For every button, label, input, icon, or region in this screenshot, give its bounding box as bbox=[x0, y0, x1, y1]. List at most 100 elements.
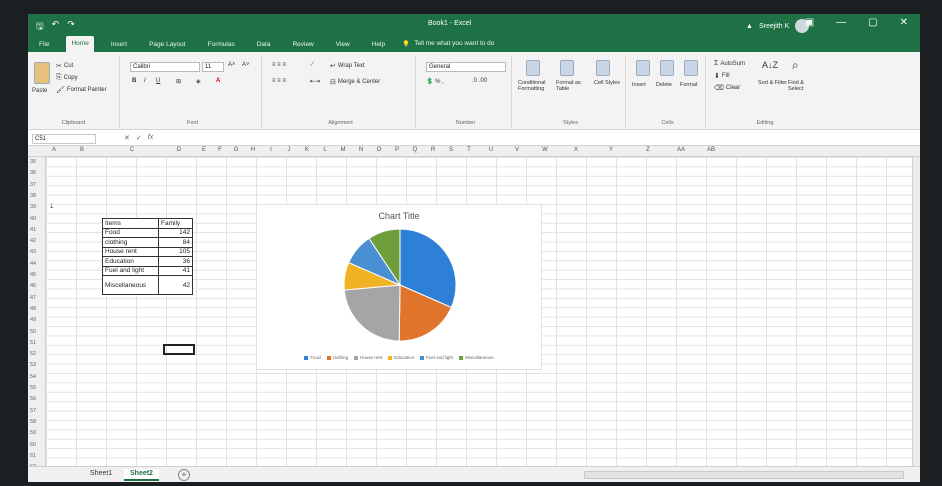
redo-icon[interactable]: ↷ bbox=[67, 19, 75, 35]
column-header-u[interactable]: U bbox=[478, 147, 504, 153]
undo-icon[interactable]: ↶ bbox=[52, 19, 60, 35]
maximize-button[interactable]: ▢ bbox=[868, 17, 877, 28]
fx-button[interactable]: fx bbox=[148, 134, 153, 142]
row-header[interactable]: 44 bbox=[28, 261, 46, 267]
row-header[interactable]: 45 bbox=[28, 272, 46, 278]
column-header-s[interactable]: S bbox=[442, 147, 460, 153]
column-header-p[interactable]: P bbox=[388, 147, 406, 153]
ribbon-display-icon[interactable]: ▣ bbox=[805, 17, 814, 28]
row-header[interactable]: 56 bbox=[28, 396, 46, 402]
column-header-d[interactable]: D bbox=[162, 147, 196, 153]
decimal-icon[interactable]: .0 .00 bbox=[472, 78, 487, 84]
column-header-x[interactable]: X bbox=[560, 147, 592, 153]
row-header[interactable]: 53 bbox=[28, 362, 46, 368]
sort-filter-icon[interactable]: A↓Z bbox=[762, 60, 778, 70]
cut-button[interactable]: ✂ Cut bbox=[56, 62, 73, 70]
row-header[interactable]: 47 bbox=[28, 295, 46, 301]
name-box[interactable]: C51 bbox=[32, 134, 96, 144]
row-header[interactable]: 54 bbox=[28, 374, 46, 380]
column-header-r[interactable]: R bbox=[424, 147, 442, 153]
clear-button[interactable]: ⌫ Clear bbox=[714, 84, 740, 92]
column-header-o[interactable]: O bbox=[370, 147, 388, 153]
format-cells-icon[interactable] bbox=[684, 60, 698, 76]
fill-color-icon[interactable]: ◈ bbox=[196, 78, 201, 85]
row-header[interactable]: 60 bbox=[28, 442, 46, 448]
close-button[interactable]: ✕ bbox=[900, 17, 908, 28]
add-sheet-button[interactable]: + bbox=[178, 469, 190, 481]
row-header[interactable]: 57 bbox=[28, 408, 46, 414]
value-cell[interactable]: 42 bbox=[158, 275, 193, 295]
row-header[interactable]: 59 bbox=[28, 430, 46, 436]
column-header-ab[interactable]: AB bbox=[696, 147, 726, 153]
row-header[interactable]: 51 bbox=[28, 340, 46, 346]
column-header-aa[interactable]: AA bbox=[666, 147, 696, 153]
search-icon[interactable]: ⌕ bbox=[792, 58, 799, 73]
column-header-w[interactable]: W bbox=[530, 147, 560, 153]
row-header[interactable]: 52 bbox=[28, 351, 46, 357]
item-cell[interactable]: House rent bbox=[102, 246, 159, 257]
sheet-tab-sheet1[interactable]: Sheet1 bbox=[84, 469, 118, 481]
grow-font-button[interactable]: A˄ bbox=[228, 62, 236, 68]
format-table-icon[interactable] bbox=[560, 60, 574, 76]
tab-home[interactable]: Home bbox=[66, 36, 94, 52]
column-header-m[interactable]: M bbox=[334, 147, 352, 153]
align-top-icon[interactable]: ≡ ≡ ≡ bbox=[272, 62, 286, 68]
format-table-button[interactable]: Format as Table bbox=[556, 80, 590, 92]
paste-icon[interactable] bbox=[34, 62, 50, 84]
tab-data[interactable]: Data bbox=[252, 39, 276, 50]
row-header[interactable]: 41 bbox=[28, 227, 46, 233]
row-header[interactable]: 36 bbox=[28, 170, 46, 176]
row-header[interactable]: 48 bbox=[28, 306, 46, 312]
underline-button[interactable]: U bbox=[156, 78, 160, 84]
legend-entry[interactable]: Fuel and light bbox=[420, 355, 453, 360]
row-header[interactable]: 35 bbox=[28, 159, 46, 165]
header-items-cell[interactable]: Items bbox=[102, 218, 159, 229]
row-header[interactable]: 49 bbox=[28, 317, 46, 323]
header-family-cell[interactable]: Family bbox=[158, 218, 193, 229]
minimize-button[interactable]: — bbox=[836, 17, 846, 28]
tab-formulas[interactable]: Formulas bbox=[203, 39, 240, 50]
insert-button[interactable]: Insert bbox=[632, 82, 646, 88]
conditional-formatting-icon[interactable] bbox=[526, 60, 540, 76]
column-header-j[interactable]: J bbox=[280, 147, 298, 153]
legend-entry[interactable]: Education bbox=[388, 355, 414, 360]
pie-slice-house-rent[interactable] bbox=[343, 284, 401, 342]
column-header-z[interactable]: Z bbox=[630, 147, 666, 153]
format-button[interactable]: Format bbox=[680, 82, 697, 88]
item-cell[interactable]: Food bbox=[102, 227, 159, 238]
align-left-icon[interactable]: ≡ ≡ ≡ bbox=[272, 78, 286, 84]
check-icon[interactable]: ✓ bbox=[136, 134, 142, 142]
row-header[interactable]: 58 bbox=[28, 419, 46, 425]
column-header-n[interactable]: N bbox=[352, 147, 370, 153]
column-header-h[interactable]: H bbox=[244, 147, 262, 153]
font-name-select[interactable]: Calibri bbox=[130, 62, 200, 72]
value-cell[interactable]: 142 bbox=[158, 227, 193, 238]
borders-icon[interactable]: ⊞ bbox=[176, 78, 181, 85]
item-cell[interactable]: Miscellaneous bbox=[102, 275, 159, 295]
bold-button[interactable]: B bbox=[132, 78, 136, 84]
tell-me-box[interactable]: 💡 Tell me what you want to do bbox=[402, 40, 494, 48]
legend-entry[interactable]: Miscellaneous bbox=[459, 355, 494, 360]
legend-entry[interactable]: House rent bbox=[354, 355, 382, 360]
currency-icon[interactable]: 💲 % , bbox=[426, 78, 444, 85]
save-icon[interactable]: 🖫 bbox=[36, 19, 44, 35]
conditional-formatting-button[interactable]: Conditional Formatting bbox=[518, 80, 556, 92]
column-header-k[interactable]: K bbox=[298, 147, 316, 153]
find-select-button[interactable]: Find & Select bbox=[788, 80, 818, 92]
column-header-i[interactable]: I bbox=[262, 147, 280, 153]
font-size-select[interactable]: 11 bbox=[202, 62, 224, 72]
vertical-scrollbar[interactable] bbox=[912, 157, 920, 466]
row-header[interactable]: 55 bbox=[28, 385, 46, 391]
column-header-a[interactable]: A bbox=[46, 147, 62, 153]
row-header[interactable]: 40 bbox=[28, 216, 46, 222]
wrap-text-button[interactable]: ↵ Wrap Text bbox=[330, 62, 365, 70]
legend-entry[interactable]: Food bbox=[304, 355, 321, 360]
paste-button[interactable]: Paste bbox=[32, 88, 47, 94]
row-header[interactable]: 50 bbox=[28, 329, 46, 335]
row-header[interactable]: 38 bbox=[28, 193, 46, 199]
column-header-b[interactable]: B bbox=[62, 147, 102, 153]
insert-cells-icon[interactable] bbox=[636, 60, 650, 76]
sheet-tab-sheet2[interactable]: Sheet2 bbox=[124, 469, 159, 481]
row-header[interactable]: 43 bbox=[28, 249, 46, 255]
fill-button[interactable]: ⬇ Fill bbox=[714, 72, 730, 80]
